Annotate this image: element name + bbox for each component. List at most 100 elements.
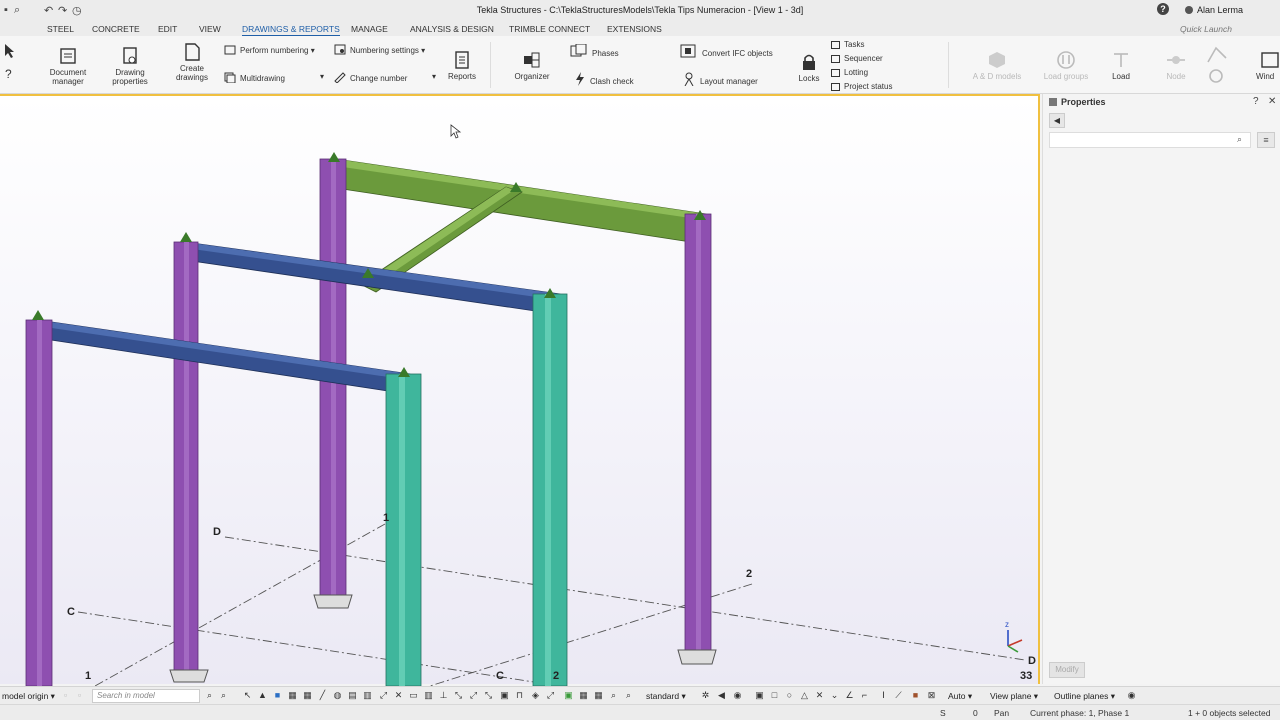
select-arrow-icon[interactable]: ↖ <box>242 690 253 701</box>
select-line-icon[interactable]: ╱ <box>317 690 328 701</box>
origin-dropdown[interactable]: model origin ▾ <box>2 689 55 703</box>
angle-icon[interactable]: ∠ <box>844 690 855 701</box>
locks-button[interactable]: Locks <box>796 52 822 83</box>
load-groups-button[interactable]: Load groups <box>1040 50 1092 81</box>
snap-tool-icon[interactable]: ◈ <box>530 690 541 701</box>
snap-end-icon[interactable]: ⤢ <box>378 690 389 701</box>
snap-ref-icon[interactable]: ⊓ <box>514 690 525 701</box>
select-assembly-icon[interactable]: ▦ <box>287 690 298 701</box>
node-button[interactable]: Node <box>1160 50 1192 81</box>
square-icon[interactable]: □ <box>769 690 780 701</box>
blue-beam-front[interactable] <box>37 319 411 395</box>
tab-analysis-design[interactable]: ANALYSIS & DESIGN <box>410 24 494 34</box>
snap-mid-icon[interactable]: ▭ <box>408 690 419 701</box>
snap-geom-icon[interactable]: ▣ <box>499 690 510 701</box>
snap-rotate-icon[interactable]: ⤢ <box>545 690 556 701</box>
clear-icon[interactable]: ⊠ <box>926 690 937 701</box>
snap-edge-icon[interactable]: ▥ <box>423 690 434 701</box>
snap-icon[interactable]: ▫ <box>74 690 85 701</box>
select-tool-icon[interactable]: ? <box>2 42 24 82</box>
advanced-search-icon[interactable]: ⌕ <box>218 690 229 701</box>
select-cut-icon[interactable]: ▥ <box>362 690 373 701</box>
tab-view[interactable]: VIEW <box>199 24 221 34</box>
outline-planes-dropdown[interactable]: Outline planes ▾ <box>1054 689 1115 703</box>
select-component-icon[interactable]: ■ <box>272 690 283 701</box>
properties-search-input[interactable] <box>1049 132 1251 148</box>
tab-edit[interactable]: EDIT <box>158 24 177 34</box>
drag-handle-icon[interactable] <box>1049 98 1057 106</box>
search-in-model-input[interactable]: Search in model <box>92 689 200 703</box>
organizer-button[interactable]: Organizer <box>512 50 552 81</box>
arrow-left-icon[interactable]: ◀ <box>716 690 727 701</box>
snap-ext-icon[interactable]: ⤢ <box>468 690 479 701</box>
snap-perp-icon[interactable]: ⊥ <box>438 690 449 701</box>
create-drawings-button[interactable]: Create drawings <box>172 42 212 82</box>
clash-check-button[interactable]: Clash check <box>574 72 634 86</box>
settings-icon[interactable]: ✲ <box>700 690 711 701</box>
menu-icon[interactable]: ≡ <box>1257 132 1275 148</box>
model-view[interactable]: D 1 2 C 1 C 2 D 33 z <box>0 94 1040 686</box>
measure-icon[interactable]: Ⅰ <box>878 690 889 701</box>
multidrawing-button[interactable]: Multidrawing <box>224 72 285 86</box>
document-manager-button[interactable]: Document manager <box>44 46 92 86</box>
help-icon[interactable]: ? <box>1157 3 1169 15</box>
select-grid-icon[interactable]: ▦ <box>302 690 313 701</box>
eye-icon[interactable]: ◉ <box>732 690 743 701</box>
drawing-properties-button[interactable]: Drawing properties <box>110 46 150 86</box>
snap-grid-icon[interactable]: ▣ <box>563 690 574 701</box>
circle-icon[interactable]: ○ <box>784 690 795 701</box>
snap-area-icon[interactable]: ▦ <box>593 690 604 701</box>
box-icon[interactable]: ▣ <box>754 690 765 701</box>
layout-manager-button[interactable]: Layout manager <box>682 72 758 86</box>
back-button[interactable]: ◀ <box>1049 113 1065 128</box>
middle-columns[interactable] <box>173 241 568 686</box>
tab-manage[interactable]: MANAGE <box>351 24 388 34</box>
tab-concrete[interactable]: CONCRETE <box>92 24 140 34</box>
window-button[interactable]: Wind <box>1256 50 1280 81</box>
chevron-icon[interactable]: ⌄ <box>829 690 840 701</box>
phases-button[interactable]: Phases <box>570 44 619 58</box>
tab-extensions[interactable]: EXTENSIONS <box>607 24 662 34</box>
triangle-icon[interactable]: △ <box>799 690 810 701</box>
visibility-icon[interactable]: ◉ <box>1126 690 1137 701</box>
select-weld-icon[interactable]: ◍ <box>332 690 343 701</box>
numbering-settings-button[interactable]: Numbering settings ▾ <box>334 44 425 58</box>
quick-launch-input[interactable]: Quick Launch <box>1180 24 1275 34</box>
view-plane-dropdown[interactable]: View plane ▾ <box>990 689 1038 703</box>
cross-icon[interactable]: ✕ <box>814 690 825 701</box>
standard-dropdown[interactable]: standard ▾ <box>646 689 686 703</box>
ad-models-button[interactable]: A & D models <box>970 50 1024 81</box>
diagonal-icon[interactable]: ⟋ <box>893 690 904 701</box>
select-bolt-icon[interactable]: ▤ <box>347 690 358 701</box>
sequencer-button[interactable]: Sequencer <box>831 52 883 66</box>
close-icon[interactable]: ✕ <box>1268 96 1276 107</box>
help-icon[interactable]: ? <box>1253 96 1259 107</box>
color-icon[interactable]: ■ <box>910 690 921 701</box>
multidrawing-dropdown-icon[interactable]: ▾ <box>320 72 324 81</box>
perform-numbering-button[interactable]: Perform numbering ▾ <box>224 44 315 58</box>
tab-steel[interactable]: STEEL <box>47 24 74 34</box>
snap-icon[interactable]: ▫ <box>60 690 71 701</box>
tab-trimble-connect[interactable]: TRIMBLE CONNECT <box>509 24 590 34</box>
snap-all-icon[interactable]: ⌕ <box>623 690 634 701</box>
load-button[interactable]: Load <box>1106 50 1136 81</box>
search-icon[interactable]: ⌕ <box>204 690 215 701</box>
tasks-button[interactable]: Tasks <box>831 38 864 52</box>
corner-icon[interactable]: ⌐ <box>859 690 870 701</box>
snap-cross-icon[interactable]: ✕ <box>393 690 404 701</box>
auto-dropdown[interactable]: Auto ▾ <box>948 689 972 703</box>
lotting-button[interactable]: Lotting <box>831 66 868 80</box>
snap-free-icon[interactable]: ⤡ <box>483 690 494 701</box>
change-number-button[interactable]: Change number <box>334 72 407 86</box>
user-account[interactable]: Alan Lerma <box>1185 5 1243 15</box>
model-canvas[interactable] <box>0 96 1038 686</box>
change-number-dropdown-icon[interactable]: ▾ <box>432 72 436 81</box>
select-part-icon[interactable]: ▲ <box>257 690 268 701</box>
member-tools-icon[interactable] <box>1204 44 1234 88</box>
project-status-button[interactable]: Project status <box>831 80 892 94</box>
snap-plane-icon[interactable]: ▦ <box>578 690 589 701</box>
snap-line-icon[interactable]: ⤡ <box>453 690 464 701</box>
search-icon[interactable]: ⌕ <box>1237 134 1242 145</box>
reports-button[interactable]: Reports <box>446 50 478 81</box>
snap-zoom-icon[interactable]: ⌕ <box>608 690 619 701</box>
